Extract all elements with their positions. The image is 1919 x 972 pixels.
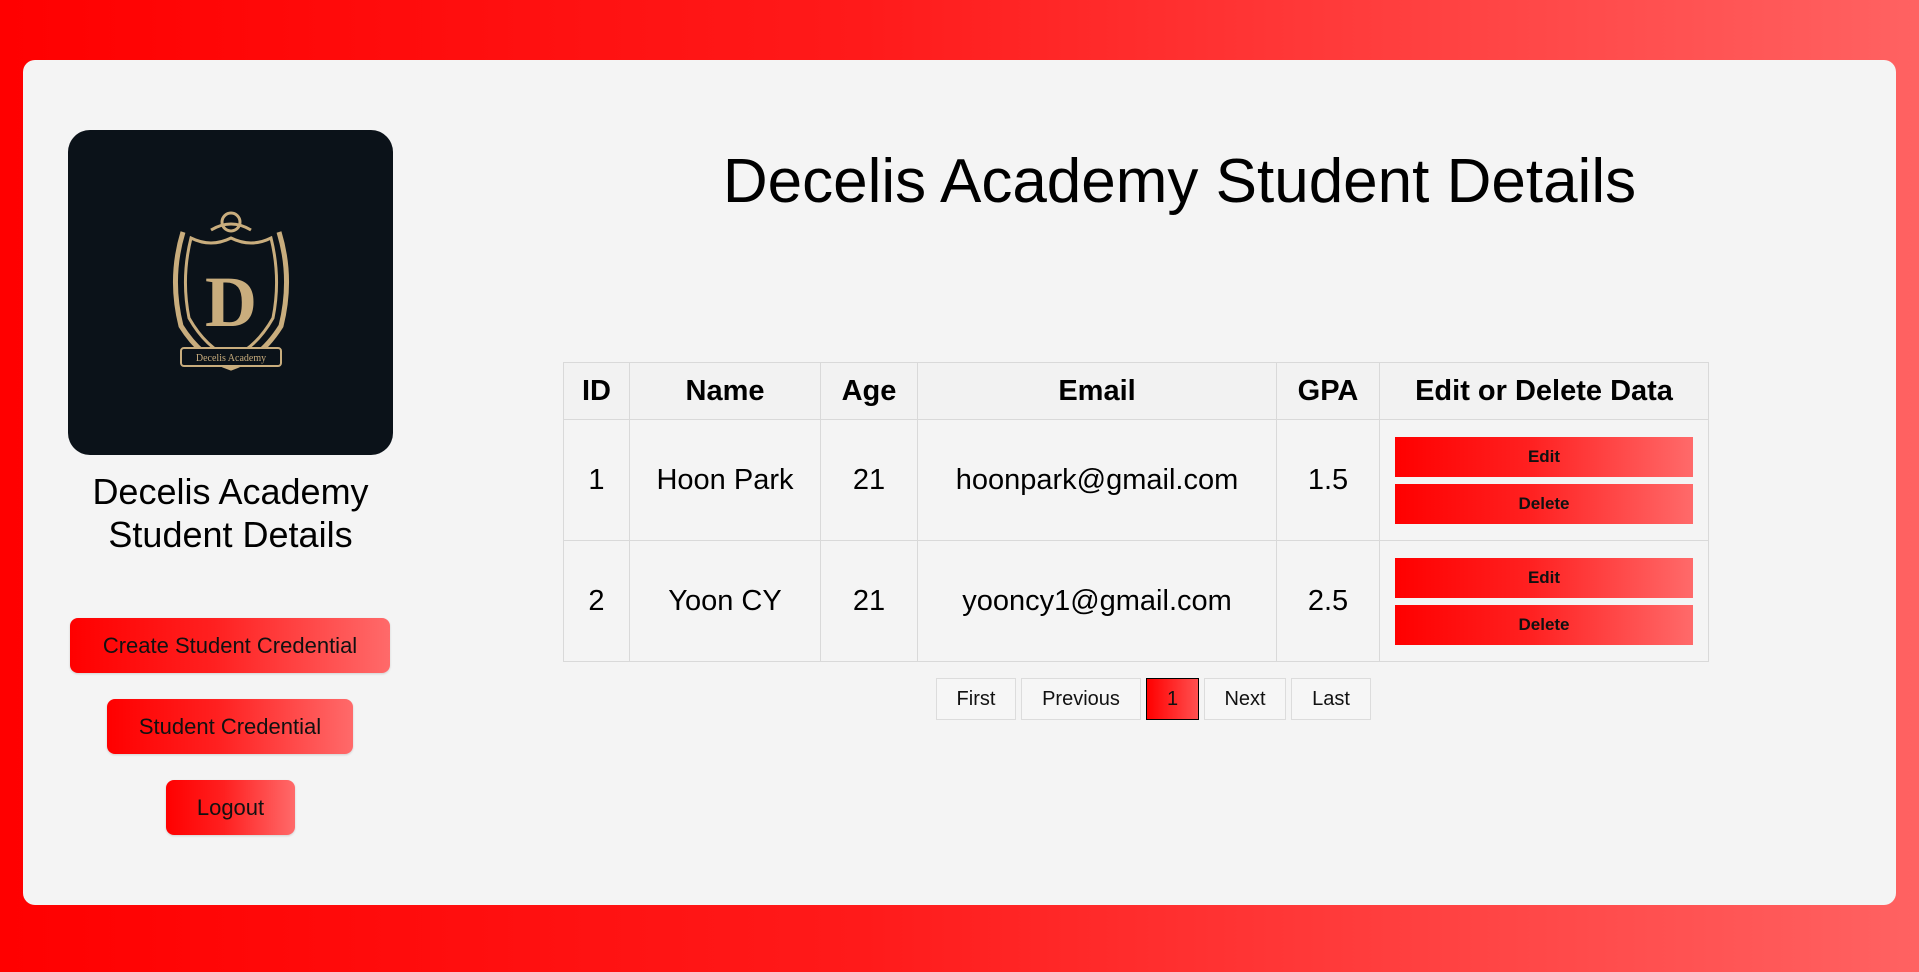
cell-id: 1 [563, 419, 630, 541]
cell-gpa: 2.5 [1276, 540, 1380, 662]
pagination-first-button[interactable]: First [936, 678, 1016, 720]
header-id: ID [563, 362, 630, 420]
student-credential-button[interactable]: Student Credential [107, 699, 353, 754]
sidebar-title: Decelis Academy Student Details [23, 470, 438, 556]
header-actions: Edit or Delete Data [1379, 362, 1709, 420]
pagination: First Previous 1 Next Last [936, 678, 1371, 720]
cell-actions: Edit Delete [1379, 540, 1709, 662]
pagination-page-button[interactable]: 1 [1146, 678, 1199, 720]
cell-name: Hoon Park [629, 419, 821, 541]
sidebar-title-line2: Student Details [108, 514, 353, 555]
cell-age: 21 [820, 419, 918, 541]
main-card: D Decelis Academy Decelis Academy Studen… [23, 60, 1896, 905]
header-email: Email [917, 362, 1277, 420]
pagination-last-button[interactable]: Last [1291, 678, 1371, 720]
table-row: 2 Yoon CY 21 yooncy1@gmail.com 2.5 Edit … [563, 540, 1709, 662]
table-row: 1 Hoon Park 21 hoonpark@gmail.com 1.5 Ed… [563, 419, 1709, 541]
pagination-previous-button[interactable]: Previous [1021, 678, 1141, 720]
header-gpa: GPA [1276, 362, 1380, 420]
cell-email: yooncy1@gmail.com [917, 540, 1277, 662]
sidebar-title-line1: Decelis Academy [92, 471, 369, 512]
header-name: Name [629, 362, 821, 420]
cell-name: Yoon CY [629, 540, 821, 662]
cell-gpa: 1.5 [1276, 419, 1380, 541]
cell-actions: Edit Delete [1379, 419, 1709, 541]
pagination-next-button[interactable]: Next [1204, 678, 1286, 720]
delete-button[interactable]: Delete [1395, 483, 1693, 524]
cell-id: 2 [563, 540, 630, 662]
logo: D Decelis Academy [68, 130, 393, 455]
page-title: Decelis Academy Student Details [722, 147, 1637, 216]
academy-crest-icon: D Decelis Academy [172, 211, 289, 371]
edit-button[interactable]: Edit [1395, 436, 1693, 477]
row-actions: Edit Delete [1380, 436, 1708, 524]
delete-button[interactable]: Delete [1395, 604, 1693, 645]
create-student-credential-button[interactable]: Create Student Credential [70, 618, 390, 673]
svg-text:Decelis Academy: Decelis Academy [195, 353, 265, 364]
students-table: ID Name Age Email GPA Edit or Delete Dat… [563, 362, 1709, 662]
logout-button[interactable]: Logout [166, 780, 295, 835]
svg-text:D: D [205, 262, 257, 342]
cell-email: hoonpark@gmail.com [917, 419, 1277, 541]
sidebar: D Decelis Academy Decelis Academy Studen… [23, 60, 438, 905]
row-actions: Edit Delete [1380, 557, 1708, 645]
header-age: Age [820, 362, 918, 420]
cell-age: 21 [820, 540, 918, 662]
edit-button[interactable]: Edit [1395, 557, 1693, 598]
table-header-row: ID Name Age Email GPA Edit or Delete Dat… [563, 362, 1709, 420]
